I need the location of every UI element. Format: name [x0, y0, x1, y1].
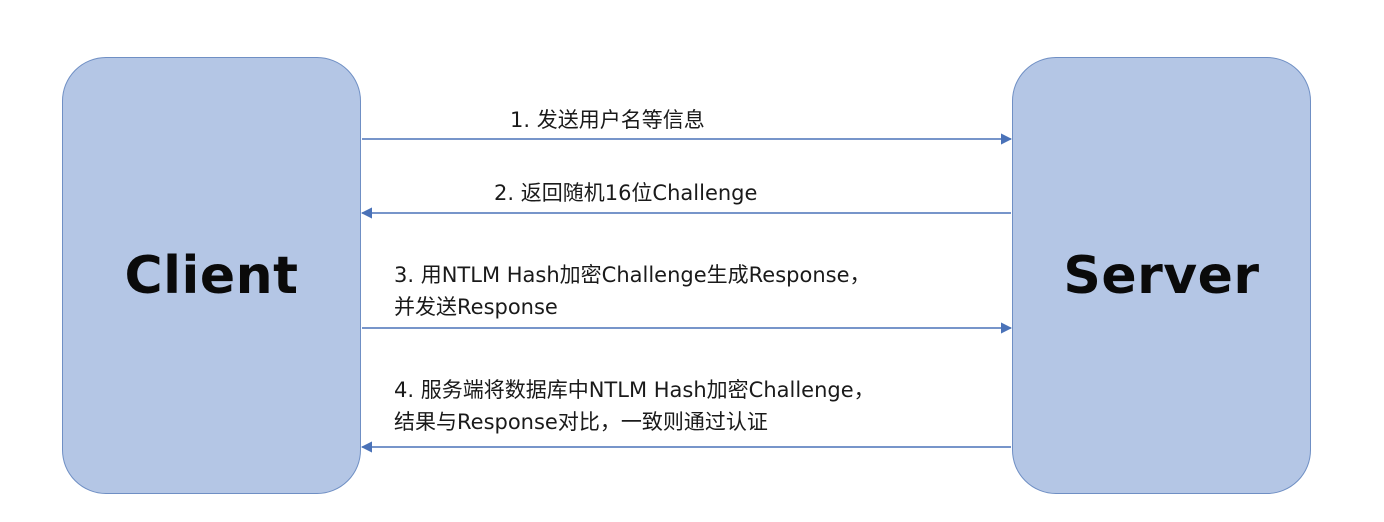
- message-1: 1. 发送用户名等信息: [510, 104, 705, 136]
- message-1-line-1: 1. 发送用户名等信息: [510, 108, 705, 132]
- message-2: 2. 返回随机16位Challenge: [494, 177, 757, 209]
- message-3-line-2: 并发送Response: [394, 295, 558, 319]
- ntlm-auth-diagram: Client Server 1. 发送用户名等信息 2. 返回随机16位Chal…: [0, 0, 1384, 522]
- message-2-line-1: 2. 返回随机16位Challenge: [494, 181, 758, 205]
- message-4: 4. 服务端将数据库中NTLM Hash加密Challenge， 结果与Resp…: [394, 374, 875, 438]
- message-3: 3. 用NTLM Hash加密Challenge生成Response， 并发送R…: [394, 259, 871, 323]
- message-4-line-2: 结果与Response对比，一致则通过认证: [394, 410, 768, 434]
- message-3-line-1: 3. 用NTLM Hash加密Challenge生成Response，: [394, 263, 871, 287]
- message-4-line-1: 4. 服务端将数据库中NTLM Hash加密Challenge，: [394, 378, 875, 402]
